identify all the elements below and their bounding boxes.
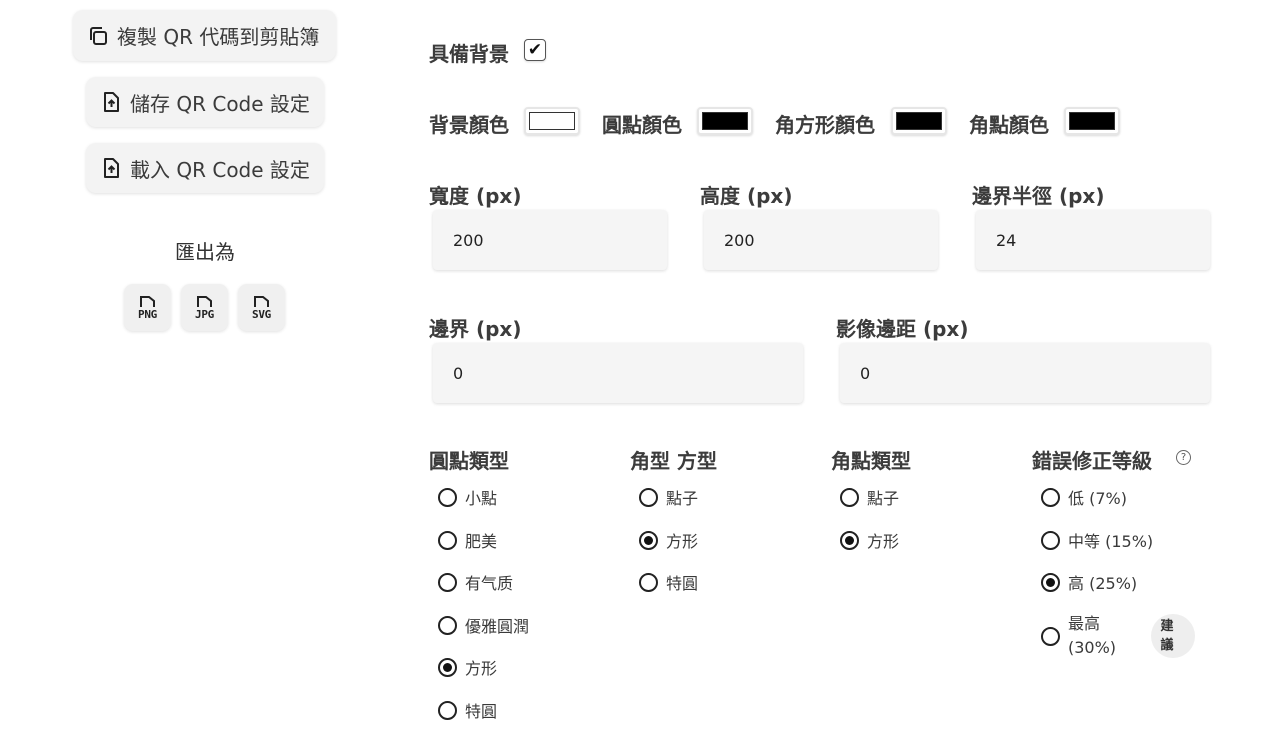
option-label: 方形 [867,532,900,551]
help-icon[interactable]: ? [1176,450,1191,465]
export-svg-label: SVG [252,308,271,321]
file-upload-icon [104,92,119,112]
export-jpg-label: JPG [195,308,214,321]
load-settings-button[interactable]: 載入 QR Code 設定 [86,143,324,193]
border-input[interactable]: 0 [433,343,803,403]
radius-input[interactable]: 24 [976,210,1210,270]
bg-color-picker[interactable] [524,107,580,135]
recommended-badge: 建 議 [1151,614,1195,658]
corner-dot-color-swatch [1069,112,1115,130]
radio-button[interactable] [1041,626,1060,646]
export-png-button[interactable]: PNG [124,284,171,331]
copy-qr-button[interactable]: 複製 QR 代碼到剪貼簿 [73,10,336,61]
corner-square-color-swatch [896,112,942,130]
radio-button[interactable] [840,530,859,550]
width-label: 寬度 (px) [429,184,522,208]
save-settings-button[interactable]: 儲存 QR Code 設定 [86,77,324,127]
error-correction-title: 錯誤修正等級 [1032,449,1152,473]
bg-color-label: 背景顏色 [429,113,509,137]
width-input[interactable]: 200 [433,210,667,270]
file-upload-icon [104,158,119,178]
corner-square-color-label: 角方形顏色 [775,113,875,137]
option-label: 小點 [465,489,498,508]
option-label-line: 最高 [1068,614,1101,633]
load-settings-label: 載入 QR Code 設定 [130,157,310,182]
dot-type-title: 圓點類型 [429,449,509,473]
corner-dot-color-picker[interactable] [1064,107,1120,135]
option-label: 肥美 [465,532,498,551]
radio-button[interactable] [1041,487,1060,507]
radio-button[interactable] [438,700,457,720]
corner-dot-color-label: 角點顏色 [969,113,1049,137]
error-correction-option[interactable]: 最高 (30%) [1041,612,1116,660]
save-settings-label: 儲存 QR Code 設定 [130,91,310,116]
image-margin-input[interactable]: 0 [840,343,1210,403]
image-margin-label: 影像邊距 (px) [836,317,969,341]
radio-button[interactable] [438,657,457,677]
export-jpg-button[interactable]: JPG [181,284,228,331]
option-label: 點子 [666,489,699,508]
option-label: 點子 [867,489,900,508]
has-background-label: 具備背景 [429,42,509,66]
option-label: 方形 [465,659,498,678]
option-label-line: (30%) [1068,638,1117,657]
option-label: 中等 (15%) [1068,532,1154,551]
radius-label: 邊界半徑 (px) [972,184,1105,208]
corner-dot-type-option[interactable]: 方形 [840,528,899,552]
dot-color-label: 圓點顏色 [602,113,682,137]
radio-button[interactable] [438,615,457,635]
dot-type-option[interactable]: 肥美 [438,528,497,552]
error-correction-option[interactable]: 中等 (15%) [1041,528,1153,552]
dot-type-option[interactable]: 特圓 [438,698,497,722]
copy-qr-label: 複製 QR 代碼到剪貼簿 [117,25,320,49]
height-label: 高度 (px) [700,184,793,208]
radio-button[interactable] [438,572,457,592]
corner-dot-type-title: 角點類型 [831,449,911,473]
radio-button[interactable] [639,487,658,507]
radio-button[interactable] [438,530,457,550]
copy-icon [90,26,107,45]
corner-square-type-option[interactable]: 特圓 [639,570,698,594]
file-icon [253,296,269,307]
export-png-label: PNG [138,308,157,321]
option-label: 特圓 [465,702,498,721]
radio-button[interactable] [639,572,658,592]
file-icon [139,296,155,307]
option-label: 有气质 [465,574,514,593]
checkmark-icon: ✔ [527,40,543,60]
corner-square-color-picker[interactable] [891,107,947,135]
file-icon [196,296,212,307]
radio-button[interactable] [840,487,859,507]
height-input[interactable]: 200 [704,210,938,270]
option-label: 特圓 [666,574,699,593]
radio-button[interactable] [438,487,457,507]
option-label: 最高 (30%) [1068,612,1116,660]
option-label: 低 (7%) [1068,489,1127,508]
bg-color-swatch [529,112,575,130]
has-background-checkbox[interactable]: ✔ [524,39,546,61]
dot-type-option[interactable]: 方形 [438,655,497,679]
dot-color-swatch [702,112,748,130]
export-title: 匯出為 [175,240,235,264]
radio-button[interactable] [639,530,658,550]
dot-color-picker[interactable] [697,107,753,135]
radio-button[interactable] [1041,572,1060,592]
corner-square-type-title: 角型 方型 [630,449,717,473]
dot-type-option[interactable]: 優雅圓潤 [438,613,529,637]
option-label: 優雅圓潤 [465,617,530,636]
corner-square-type-option[interactable]: 方形 [639,528,698,552]
error-correction-option[interactable]: 高 (25%) [1041,570,1137,594]
export-svg-button[interactable]: SVG [238,284,285,331]
option-label: 方形 [666,532,699,551]
dot-type-option[interactable]: 有气质 [438,570,513,594]
border-label: 邊界 (px) [429,317,522,341]
error-correction-option[interactable]: 低 (7%) [1041,485,1127,509]
recommended-badge-text: 建 [1160,619,1174,634]
dot-type-option[interactable]: 小點 [438,485,497,509]
radio-button[interactable] [1041,530,1060,550]
option-label: 高 (25%) [1068,574,1138,593]
recommended-badge-text: 議 [1160,638,1174,653]
corner-square-type-option[interactable]: 點子 [639,485,698,509]
corner-dot-type-option[interactable]: 點子 [840,485,899,509]
